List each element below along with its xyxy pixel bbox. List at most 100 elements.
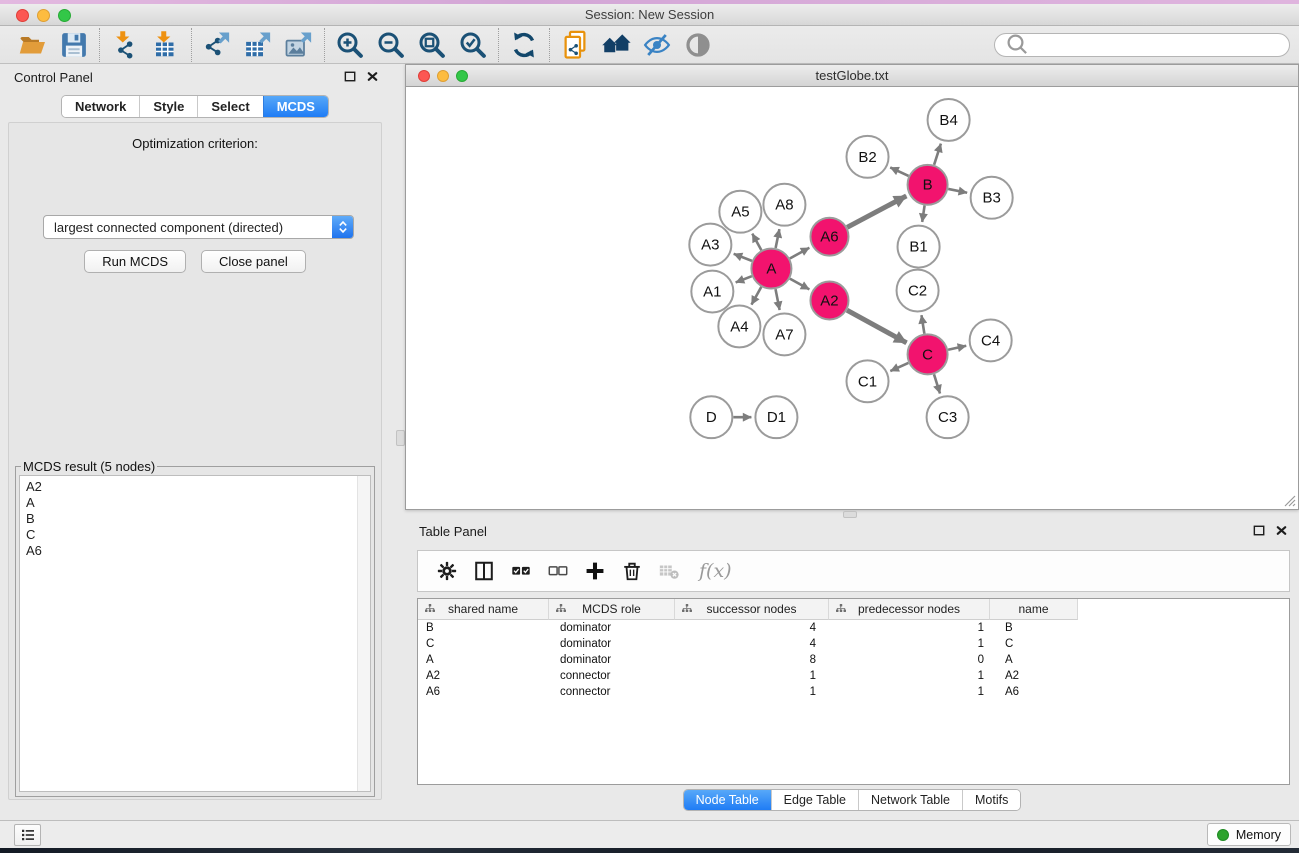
table-cell[interactable]: 0 [829, 652, 990, 668]
table-cell[interactable]: B [990, 620, 1078, 636]
mcds-result-item[interactable]: C [26, 527, 370, 543]
float-panel-icon[interactable] [343, 69, 358, 84]
close-panel-icon[interactable] [365, 69, 380, 84]
node-A5[interactable]: A5 [719, 191, 761, 233]
node-C1[interactable]: C1 [846, 360, 888, 402]
add-column-icon[interactable] [584, 560, 606, 582]
table-row[interactable]: Bdominator41B [418, 620, 1289, 636]
zoom-window-button[interactable] [58, 9, 71, 22]
deselect-all-icon[interactable] [547, 560, 569, 582]
horizontal-splitter-grip[interactable] [843, 511, 857, 518]
tab-edge-table[interactable]: Edge Table [771, 790, 858, 810]
ndex-icon[interactable] [601, 30, 631, 60]
close-table-panel-icon[interactable] [1274, 523, 1289, 538]
network-window-titlebar[interactable]: testGlobe.txt [406, 65, 1298, 87]
node-A3[interactable]: A3 [689, 224, 731, 266]
tab-select[interactable]: Select [197, 96, 262, 117]
zoom-in-icon[interactable] [335, 30, 365, 60]
table-cell[interactable]: A6 [990, 684, 1078, 700]
export-table-icon[interactable] [243, 30, 273, 60]
node-B1[interactable]: B1 [898, 226, 940, 268]
edge-A-A4[interactable] [751, 287, 761, 305]
result-scrollbar[interactable] [357, 476, 370, 791]
close-window-button[interactable] [16, 9, 29, 22]
table-cell[interactable]: A [418, 652, 549, 668]
edge-C-C3[interactable] [934, 374, 940, 393]
node-A8[interactable]: A8 [763, 184, 805, 226]
search-input[interactable] [1033, 35, 1281, 55]
edge-C-C1[interactable] [890, 363, 908, 371]
tab-motifs[interactable]: Motifs [962, 790, 1020, 810]
memory-button[interactable]: Memory [1207, 823, 1291, 846]
column-header-shared-name[interactable]: shared name [418, 599, 549, 620]
table-cell[interactable]: 1 [829, 636, 990, 652]
node-A2[interactable]: A2 [810, 282, 848, 320]
edge-B-B4[interactable] [934, 144, 941, 165]
column-header-successor-nodes[interactable]: successor nodes [675, 599, 829, 620]
float-table-panel-icon[interactable] [1252, 523, 1267, 538]
node-A7[interactable]: A7 [763, 313, 805, 355]
edge-B-B2[interactable] [890, 167, 908, 175]
table-cell[interactable]: 1 [829, 668, 990, 684]
table-cell[interactable]: 4 [675, 636, 829, 652]
task-history-button[interactable] [14, 824, 41, 846]
node-C2[interactable]: C2 [897, 270, 939, 312]
vertical-splitter-grip[interactable] [396, 430, 405, 446]
node-B[interactable]: B [908, 165, 948, 205]
zoom-selected-icon[interactable] [458, 30, 488, 60]
node-B3[interactable]: B3 [971, 177, 1013, 219]
minimize-network-button[interactable] [437, 70, 449, 82]
edge-A-A8[interactable] [776, 229, 780, 248]
zoom-fit-icon[interactable] [417, 30, 447, 60]
table-row[interactable]: Adominator80A [418, 652, 1289, 668]
node-A1[interactable]: A1 [691, 271, 733, 313]
node-C4[interactable]: C4 [970, 319, 1012, 361]
table-cell[interactable]: dominator [549, 620, 675, 636]
edge-A2-C[interactable] [847, 310, 907, 343]
hide-selected-icon[interactable] [642, 30, 672, 60]
tab-style[interactable]: Style [139, 96, 197, 117]
table-cell[interactable]: C [990, 636, 1078, 652]
edge-B-B1[interactable] [922, 206, 924, 222]
delete-column-icon[interactable] [621, 560, 643, 582]
edge-C-C2[interactable] [921, 315, 924, 334]
node-A6[interactable]: A6 [810, 218, 848, 256]
table-row[interactable]: A2connector11A2 [418, 668, 1289, 684]
select-all-icon[interactable] [510, 560, 532, 582]
close-network-button[interactable] [418, 70, 430, 82]
mcds-result-item[interactable]: A [26, 495, 370, 511]
node-D[interactable]: D [690, 396, 732, 438]
import-table-icon[interactable] [151, 30, 181, 60]
zoom-out-icon[interactable] [376, 30, 406, 60]
column-header-name[interactable]: name [990, 599, 1078, 620]
import-network-icon[interactable] [110, 30, 140, 60]
table-cell[interactable]: 1 [829, 620, 990, 636]
mcds-result-item[interactable]: A6 [26, 543, 370, 559]
resize-grip-icon[interactable] [1282, 493, 1296, 507]
edge-A-A5[interactable] [752, 234, 761, 251]
node-A[interactable]: A [751, 249, 791, 289]
table-cell[interactable]: dominator [549, 652, 675, 668]
table-cell[interactable]: A6 [418, 684, 549, 700]
node-A4[interactable]: A4 [718, 305, 760, 347]
edge-B-B3[interactable] [948, 189, 967, 193]
tab-network[interactable]: Network [62, 96, 139, 117]
table-cell[interactable]: 1 [829, 684, 990, 700]
table-cell[interactable]: C [418, 636, 549, 652]
network-canvas[interactable]: B4B2BB3A8A5A6A3B1AC2A1A2A4A7C4CC1C3DD1 [406, 87, 1298, 509]
table-cell[interactable]: 4 [675, 620, 829, 636]
settings-gear-icon[interactable] [436, 560, 458, 582]
table-cell[interactable]: A [990, 652, 1078, 668]
show-hidden-icon[interactable] [683, 30, 713, 60]
node-C[interactable]: C [908, 334, 948, 374]
optimization-dropdown[interactable]: largest connected component (directed) [43, 215, 354, 239]
node-D1[interactable]: D1 [755, 396, 797, 438]
column-header-predecessor-nodes[interactable]: predecessor nodes [829, 599, 990, 620]
mcds-result-list[interactable]: A2ABCA6 [19, 475, 371, 792]
table-cell[interactable]: connector [549, 668, 675, 684]
search-field[interactable] [994, 33, 1290, 57]
table-cell[interactable]: A2 [990, 668, 1078, 684]
table-row[interactable]: A6connector11A6 [418, 684, 1289, 700]
table-cell[interactable]: A2 [418, 668, 549, 684]
table-cell[interactable]: 1 [675, 684, 829, 700]
